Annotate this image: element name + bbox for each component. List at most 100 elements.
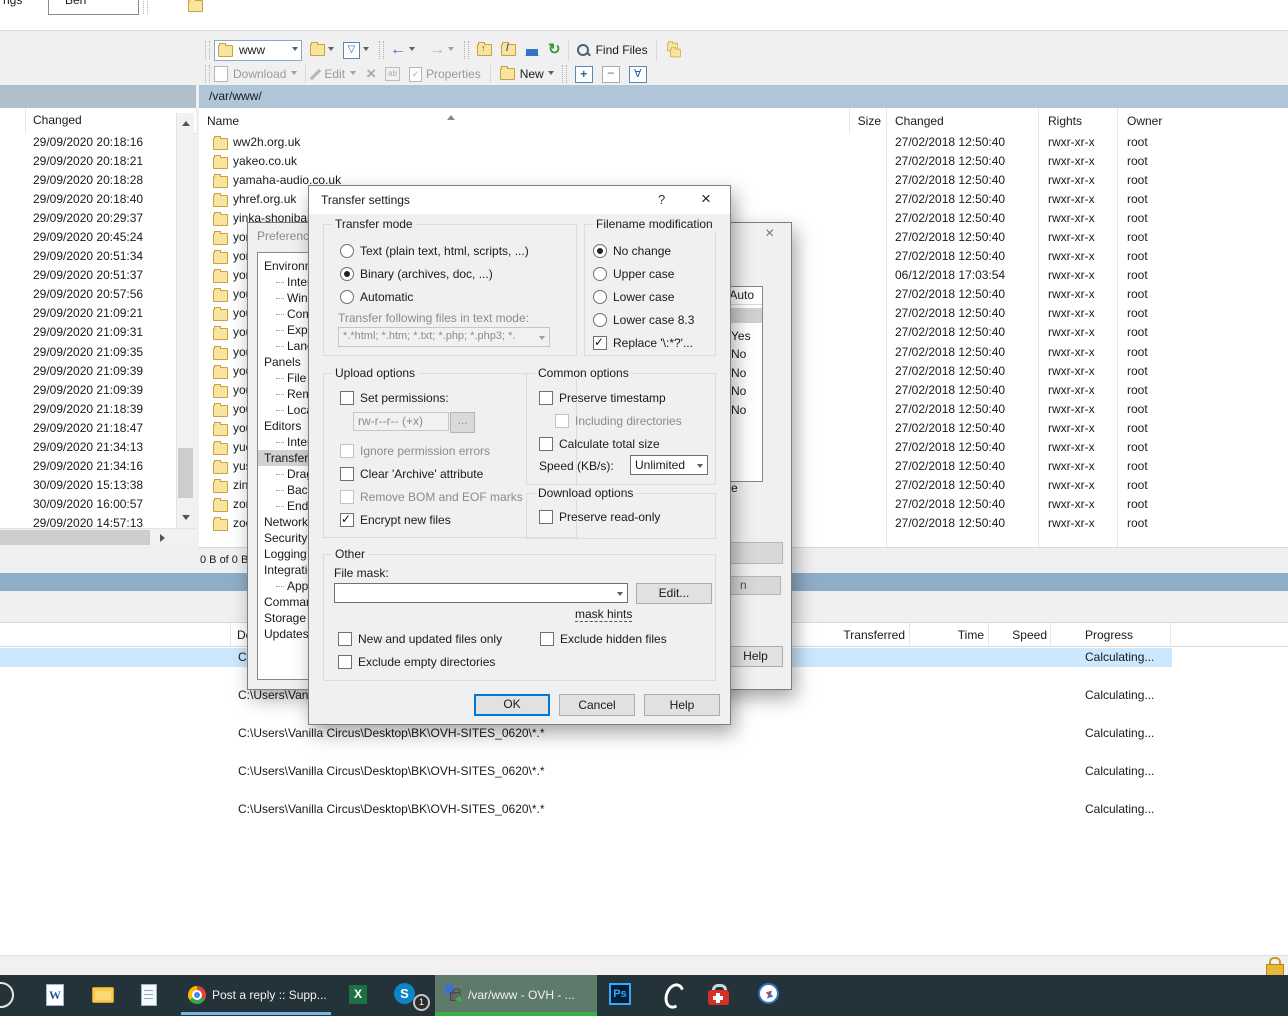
exclude-empty-checkbox[interactable]: Exclude empty directories — [338, 650, 495, 673]
chevron-down-icon[interactable] — [617, 592, 623, 599]
column-separator[interactable] — [849, 108, 850, 133]
local-file-row[interactable]: 29/09/2020 21:09:35 — [0, 343, 176, 362]
notepad-icon[interactable] — [141, 984, 157, 1006]
radio-option[interactable]: Binary (archives, doc, ...) — [340, 262, 529, 285]
chevron-down-icon[interactable] — [291, 71, 297, 78]
column-separator[interactable] — [1170, 623, 1171, 646]
checkbox-icon[interactable] — [340, 391, 354, 405]
column-separator[interactable] — [1038, 108, 1039, 133]
remote-column-header[interactable]: Name Size Changed Rights Owner — [199, 108, 1288, 134]
remote-file-row[interactable]: yakeo.co.uk 27/02/2018 12:50:40 rwxr-xr-… — [199, 152, 1288, 171]
properties-button[interactable]: Properties — [426, 67, 481, 81]
chevron-down-icon[interactable] — [448, 47, 454, 54]
sync-browsing-icon[interactable] — [665, 43, 681, 58]
cancel-button[interactable]: Cancel — [559, 694, 635, 716]
new-button[interactable]: New — [520, 67, 544, 81]
checkbox-icon[interactable] — [340, 467, 354, 481]
scroll-thumb[interactable] — [0, 530, 150, 545]
local-file-row[interactable]: 29/09/2020 20:18:40 — [0, 190, 176, 209]
scroll-up-icon[interactable] — [182, 117, 190, 126]
find-files-label[interactable]: Find Files — [596, 43, 648, 57]
chevron-down-icon[interactable] — [350, 71, 356, 78]
local-file-row[interactable]: 29/09/2020 20:18:28 — [0, 171, 176, 190]
local-file-row[interactable]: 29/09/2020 21:34:16 — [0, 457, 176, 476]
new-updated-checkbox[interactable]: New and updated files only — [338, 627, 502, 650]
radio-icon[interactable] — [340, 244, 354, 258]
queue-progress-header[interactable]: Progress — [1085, 628, 1133, 642]
filter-list-icon[interactable]: ∀ — [629, 66, 647, 83]
radio-icon[interactable] — [593, 244, 607, 258]
checkbox-icon[interactable] — [539, 437, 553, 451]
checkbox-option[interactable]: Clear 'Archive' attribute — [340, 462, 523, 485]
excel-icon[interactable]: X — [349, 985, 367, 1004]
dragon-icon[interactable] — [663, 983, 681, 1005]
queue-row[interactable]: C:\Users\Vanilla Circus\Desktop\BK\OVH-S… — [0, 762, 1172, 781]
speed-combobox[interactable]: Unlimited — [630, 455, 708, 475]
radio-icon[interactable] — [593, 267, 607, 281]
radio-option[interactable]: Automatic — [340, 285, 529, 308]
owner-header[interactable]: Owner — [1127, 114, 1162, 128]
remote-path-bar[interactable]: /var/www/ — [199, 85, 1288, 109]
radio-option[interactable]: Text (plain text, html, scripts, ...) — [340, 239, 529, 262]
search-icon[interactable] — [0, 982, 14, 1008]
local-file-row[interactable]: 29/09/2020 20:51:34 — [0, 247, 176, 266]
size-header[interactable]: Size — [799, 114, 881, 128]
chevron-down-icon[interactable] — [292, 47, 298, 54]
checkbox-icon[interactable] — [340, 513, 354, 527]
file-explorer-icon[interactable] — [92, 987, 114, 1003]
checkbox-option[interactable]: Including directories — [555, 409, 682, 432]
radio-option[interactable]: Upper case — [593, 262, 694, 285]
close-icon[interactable]: × — [701, 189, 711, 209]
word-icon[interactable]: W — [46, 984, 64, 1006]
radio-icon[interactable] — [340, 267, 354, 281]
rename-icon[interactable]: ab — [385, 67, 400, 81]
chevron-down-icon[interactable] — [697, 464, 703, 471]
local-file-row[interactable]: 29/09/2020 21:09:39 — [0, 362, 176, 381]
preserve-readonly-checkbox[interactable]: Preserve read-only — [539, 505, 660, 528]
changed-header[interactable]: Changed — [895, 114, 944, 128]
checkbox-icon[interactable] — [540, 632, 554, 646]
radio-icon[interactable] — [593, 313, 607, 327]
edit-button[interactable]: Edit — [324, 67, 345, 81]
local-file-row[interactable]: 29/09/2020 20:57:56 — [0, 285, 176, 304]
column-separator[interactable] — [1050, 623, 1051, 646]
column-separator[interactable] — [1117, 108, 1118, 133]
local-file-row[interactable]: 29/09/2020 21:34:13 — [0, 438, 176, 457]
local-file-row[interactable]: 30/09/2020 15:13:38 — [0, 476, 176, 495]
radio-option[interactable]: Lower case 8.3 — [593, 308, 694, 331]
folder-icon[interactable] — [188, 0, 203, 12]
local-file-row[interactable]: 29/09/2020 21:18:39 — [0, 400, 176, 419]
download-button[interactable]: Download — [233, 67, 286, 81]
security-kit-icon[interactable] — [708, 984, 729, 1005]
scroll-down-icon[interactable] — [182, 515, 190, 524]
queue-time-header[interactable]: Time — [938, 628, 984, 642]
local-file-row[interactable]: 29/09/2020 20:51:37 — [0, 266, 176, 285]
local-file-row[interactable]: 29/09/2020 20:45:24 — [0, 228, 176, 247]
checkbox-icon[interactable] — [338, 655, 352, 669]
replace-checkbox[interactable]: Replace '\:*?'... — [593, 331, 693, 354]
forward-icon[interactable]: → — [429, 43, 445, 57]
name-header[interactable]: Name — [207, 114, 239, 128]
cutoff-input[interactable]: Ben — [48, 0, 139, 15]
rights-header[interactable]: Rights — [1048, 114, 1082, 128]
root-directory-icon[interactable]: / — [501, 44, 516, 56]
checkbox-option[interactable]: Set permissions: — [340, 386, 523, 409]
column-separator[interactable] — [988, 623, 989, 646]
checkbox-icon[interactable] — [555, 414, 569, 428]
dialog-titlebar[interactable]: Transfer settings ? × — [309, 186, 730, 214]
column-separator[interactable] — [909, 623, 910, 646]
help-icon[interactable]: ? — [658, 192, 665, 207]
close-icon[interactable]: × — [765, 225, 774, 243]
exclude-hidden-checkbox[interactable]: Exclude hidden files — [540, 627, 667, 650]
queue-row[interactable]: C:\Users\Vanilla Circus\Desktop\BK\OVH-S… — [0, 800, 1172, 819]
remove-column-icon[interactable]: − — [602, 66, 620, 83]
home-icon[interactable] — [525, 43, 539, 57]
local-file-row[interactable]: 29/09/2020 21:18:47 — [0, 419, 176, 438]
checkbox-icon[interactable] — [340, 490, 354, 504]
refresh-icon[interactable]: ↻ — [548, 43, 561, 57]
local-file-row[interactable]: 29/09/2020 20:29:37 — [0, 209, 176, 228]
column-separator[interactable] — [886, 108, 887, 133]
back-icon[interactable]: ← — [390, 43, 406, 57]
radio-icon[interactable] — [593, 290, 607, 304]
local-file-row[interactable]: 29/09/2020 20:18:16 — [0, 133, 176, 152]
